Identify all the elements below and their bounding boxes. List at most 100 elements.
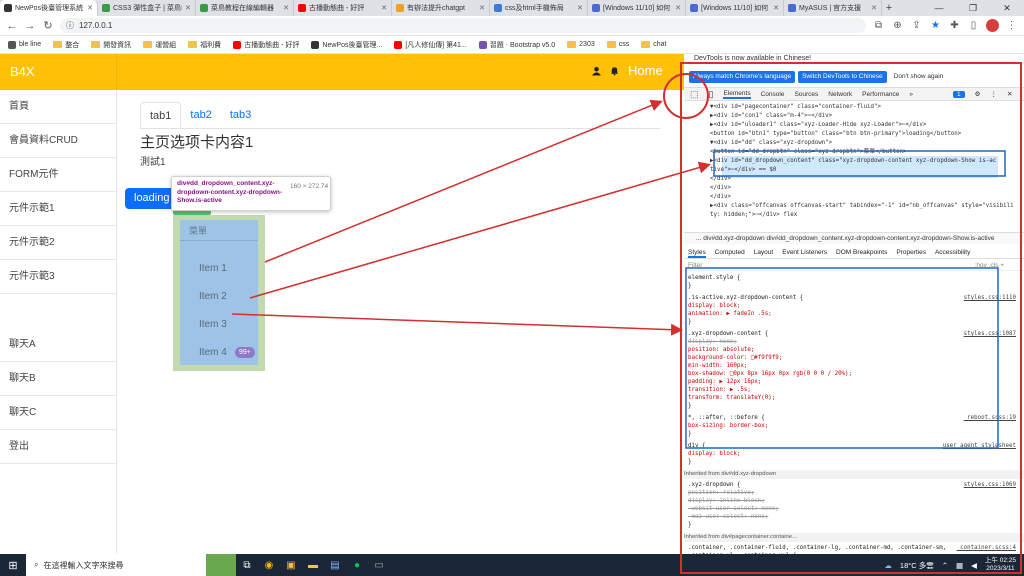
menu-item-1[interactable]: Item 1 (199, 263, 227, 274)
style-rule-line[interactable]: element.style { (688, 274, 740, 282)
styles-subtab[interactable]: Properties (896, 246, 926, 258)
browser-tab[interactable]: css及html手機佈局 ✕ (490, 0, 588, 16)
tab-close-icon[interactable]: ✕ (577, 4, 583, 12)
style-rule-line[interactable]: display: none; (688, 338, 737, 346)
url-input[interactable]: ⓘ 127.0.0.1 (60, 18, 866, 33)
explorer-icon[interactable]: ▬ (302, 554, 324, 576)
device-toggle-icon[interactable]: ▯ (709, 89, 714, 100)
task-view-icon[interactable]: ⧉ (236, 554, 258, 576)
dom-node-line[interactable]: ty: hidden;">⋯</div> flex (710, 210, 797, 220)
style-rule-line[interactable]: padding: ▶ 12px 16px; (688, 378, 761, 386)
menu-icon[interactable]: ⋮ (1005, 20, 1018, 31)
clock[interactable]: 上午 02:25 2023/3/11 (985, 557, 1016, 573)
home-link[interactable]: Home (628, 63, 663, 78)
browser-tab[interactable]: 有辦法提升chatgpt ✕ (392, 0, 490, 16)
sidebar-item[interactable]: 會員資料CRUD (0, 124, 117, 158)
style-rule-line[interactable]: display: block; (688, 450, 740, 458)
style-rule-line[interactable]: position: relative; (688, 489, 754, 497)
tab-2[interactable]: tab2 (181, 102, 220, 128)
match-language-button[interactable]: Always match Chrome's language (689, 71, 796, 83)
sidebar-item[interactable]: 元件示範2 (0, 226, 117, 260)
taskbar-search[interactable]: ⌕ 在這裡輸入文字來搜尋 (26, 554, 206, 576)
tab-close-icon[interactable]: ✕ (479, 4, 485, 12)
style-rule-line[interactable]: } (688, 318, 692, 326)
menu-title[interactable]: 菜單 (189, 224, 207, 237)
style-rule-line[interactable]: } (688, 430, 692, 438)
tab-elements[interactable]: Elements (723, 90, 751, 99)
app-icon[interactable]: ▣ (280, 554, 302, 576)
style-rule-line[interactable]: transition: ▶ .5s; (688, 386, 751, 394)
weather-text[interactable]: 18°C 多雲 (900, 560, 934, 571)
sidebar-item[interactable]: FORM元件 (0, 158, 117, 192)
tab-network[interactable]: Network (828, 91, 852, 98)
styles-subtab[interactable]: Layout (754, 246, 774, 258)
tab-close-icon[interactable]: ✕ (871, 4, 877, 12)
profile-avatar[interactable] (986, 19, 999, 32)
tab-close-icon[interactable]: ✕ (675, 4, 681, 12)
new-tab-button[interactable]: + (882, 0, 896, 16)
style-rule-line[interactable]: display: inline-block; (688, 497, 765, 505)
style-rule-line[interactable]: min-width: 160px; (688, 362, 747, 370)
issues-badge[interactable]: 1 (952, 90, 965, 98)
style-rule-line[interactable]: .xyz-dropdown { (688, 481, 740, 489)
style-rule-line[interactable]: background-color: □#f9f9f9; (688, 354, 782, 362)
style-rule-line[interactable]: display: block; (688, 302, 740, 310)
style-source-link[interactable]: _container.scss:4 (957, 544, 1016, 552)
style-rule-line[interactable]: -webkit-user-select: none; (688, 505, 779, 513)
tab-close-icon[interactable]: ✕ (185, 4, 191, 12)
menu-item-4[interactable]: Item 4 (199, 347, 227, 358)
style-rule-line[interactable]: box-sizing: border-box; (688, 422, 768, 430)
translate-icon[interactable]: ⧉ (872, 20, 885, 31)
style-rule-line[interactable]: } (688, 458, 692, 466)
line-icon[interactable]: ● (346, 554, 368, 576)
photos-icon[interactable]: ▤ (324, 554, 346, 576)
sidebar-item[interactable]: 聊天A (0, 328, 117, 362)
style-rule-line[interactable]: position: absolute; (688, 346, 754, 354)
styles-subtab[interactable]: Event Listeners (782, 246, 827, 258)
style-rule-line[interactable]: } (688, 521, 692, 529)
style-source-link[interactable]: styles.css:1069 (964, 481, 1016, 489)
tray-arrow-icon[interactable]: ⌃ (942, 561, 948, 570)
tab-3[interactable]: tab3 (221, 102, 260, 128)
bookmark-item[interactable]: 2303 (567, 41, 595, 48)
browser-tab[interactable]: [Windows 11/10] 如何 ✕ (686, 0, 784, 16)
sidebar-item[interactable]: 登出 (0, 430, 117, 464)
sidebar-item[interactable]: 聊天B (0, 362, 117, 396)
sidebar-item[interactable]: 元件示範1 (0, 192, 117, 226)
terminal-icon[interactable]: ▭ (368, 554, 390, 576)
tab-close-icon[interactable]: ✕ (283, 4, 289, 12)
style-rule-line[interactable]: } (688, 402, 692, 410)
styles-subtab[interactable]: Computed (715, 246, 745, 258)
tab-close-icon[interactable]: ✕ (773, 4, 779, 12)
sidebar-item[interactable]: 聊天C (0, 396, 117, 430)
style-source-link[interactable]: styles.css:1087 (964, 330, 1016, 338)
more-tabs-icon[interactable]: » (909, 91, 913, 98)
maximize-icon[interactable]: ❐ (956, 0, 990, 16)
back-icon[interactable]: ← (6, 20, 18, 32)
sidebar-item[interactable]: 首頁 (0, 90, 117, 124)
settings-gear-icon[interactable]: ⚙ (975, 90, 981, 98)
reload-icon[interactable]: ↻ (42, 19, 54, 32)
style-source-link[interactable]: styles.css:1110 (964, 294, 1016, 302)
tab-console[interactable]: Console (761, 91, 785, 98)
dom-breadcrumb[interactable]: ... div#dd.xyz-dropdown div#dd_dropdown_… (684, 232, 1024, 244)
bookmark-item[interactable]: 運營組 (143, 40, 176, 50)
bookmark-item[interactable]: ble line (8, 40, 41, 49)
brand-logo[interactable]: B4X (10, 64, 35, 79)
style-rule-line[interactable]: animation: ▶ fadeIn .5s; (688, 310, 772, 318)
sidebar-item[interactable]: 元件示範3 (0, 260, 117, 294)
browser-tab[interactable]: CSS3 彈性盒子 | 菜鳥教程✕ (98, 0, 196, 16)
info-icon[interactable]: ⓘ (66, 20, 74, 31)
inspect-element-icon[interactable]: ⬚ (690, 89, 699, 100)
menu-item-3[interactable]: Item 3 (199, 319, 227, 330)
network-icon[interactable]: ▦ (956, 561, 963, 570)
bookmark-item[interactable]: chat (641, 41, 666, 48)
start-icon[interactable]: ⊞ (0, 559, 26, 572)
style-rule-line[interactable]: .xyz-dropdown-content { (688, 330, 768, 338)
style-rule-line[interactable]: .is-active.xyz-dropdown-content { (688, 294, 803, 302)
styles-subtab[interactable]: Styles (688, 246, 706, 258)
extensions-icon[interactable]: ✚ (948, 20, 961, 31)
styles-subtab[interactable]: Accessibility (935, 246, 970, 258)
browser-tab[interactable]: [Windows 11/10] 如何 ✕ (588, 0, 686, 16)
tab-close-icon[interactable]: ✕ (381, 4, 387, 12)
